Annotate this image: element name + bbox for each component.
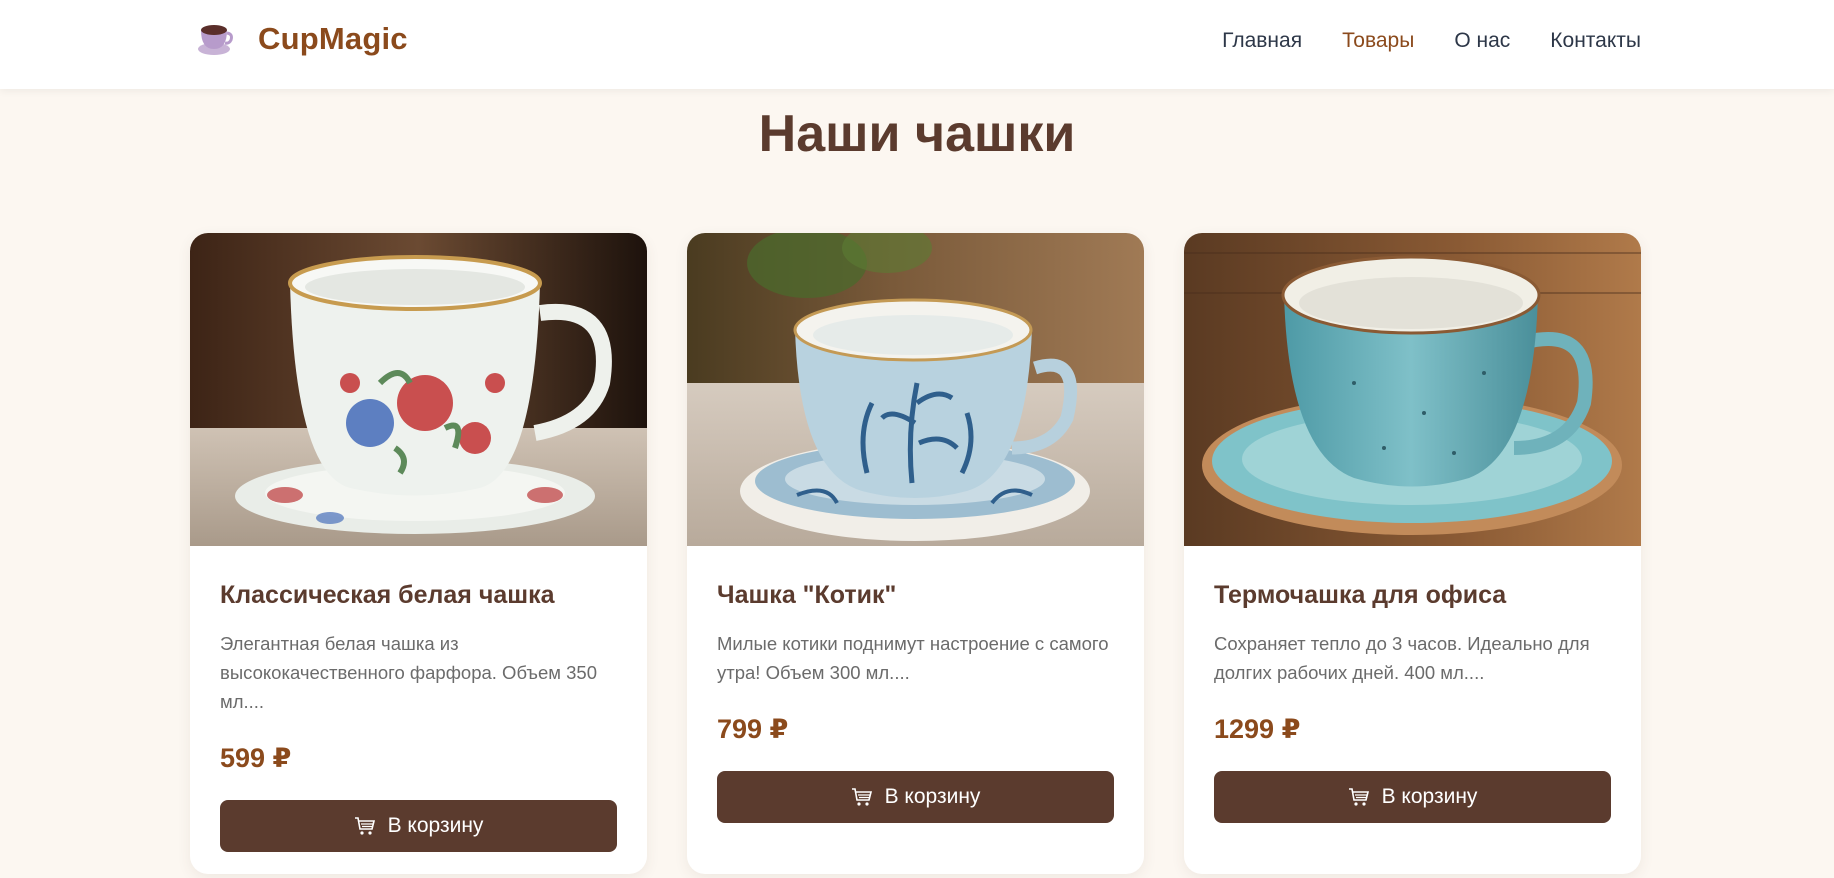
add-to-cart-button[interactable]: В корзину — [220, 800, 617, 852]
product-image — [687, 233, 1144, 546]
nav-item-products[interactable]: Товары — [1342, 27, 1414, 55]
add-to-cart-label: В корзину — [884, 785, 981, 808]
add-to-cart-button[interactable]: В корзину — [717, 771, 1114, 823]
product-description: Милые котики поднимут настроение с самог… — [717, 633, 1109, 683]
product-image — [190, 233, 647, 546]
product-name: Чашка "Котик" — [717, 581, 897, 609]
coffee-cup-icon — [198, 25, 233, 55]
product-price: 599 ₽ — [220, 743, 292, 773]
site-header: CupMagic Главная Товары О нас Контакты — [0, 0, 1834, 89]
product-image — [1184, 233, 1641, 546]
product-description: Элегантная белая чашка из высококачестве… — [220, 633, 598, 712]
main-nav: Главная Товары О нас Контакты — [1222, 27, 1641, 55]
page-title: Наши чашки — [758, 105, 1076, 163]
logo-text: CupMagic — [258, 21, 408, 56]
nav-item-home[interactable]: Главная — [1222, 27, 1302, 55]
product-card-body: Чашка "Котик" Милые котики поднимут наст… — [717, 546, 1114, 823]
shopping-cart-icon — [1348, 788, 1369, 806]
product-card: Классическая белая чашка Элегантная бела… — [190, 233, 647, 874]
product-card-body: Классическая белая чашка Элегантная бела… — [220, 546, 617, 852]
product-price: 799 ₽ — [717, 714, 789, 744]
logo-link[interactable]: CupMagic — [194, 18, 408, 60]
add-to-cart-label: В корзину — [1381, 785, 1478, 808]
product-price: 1299 ₽ — [1214, 714, 1301, 744]
shopping-cart-icon — [354, 817, 375, 835]
product-card-body: Термочашка для офиса Сохраняет тепло до … — [1214, 546, 1611, 823]
product-name: Классическая белая чашка — [220, 581, 555, 609]
product-name: Термочашка для офиса — [1214, 581, 1507, 609]
add-to-cart-button[interactable]: В корзину — [1214, 771, 1611, 823]
product-card: Чашка "Котик" Милые котики поднимут наст… — [687, 233, 1144, 874]
shopping-cart-icon — [851, 788, 872, 806]
product-card: Термочашка для офиса Сохраняет тепло до … — [1184, 233, 1641, 874]
add-to-cart-label: В корзину — [387, 814, 484, 837]
product-description: Сохраняет тепло до 3 часов. Идеально для… — [1214, 633, 1590, 683]
nav-item-contacts[interactable]: Контакты — [1550, 27, 1641, 55]
nav-item-about[interactable]: О нас — [1454, 27, 1510, 55]
